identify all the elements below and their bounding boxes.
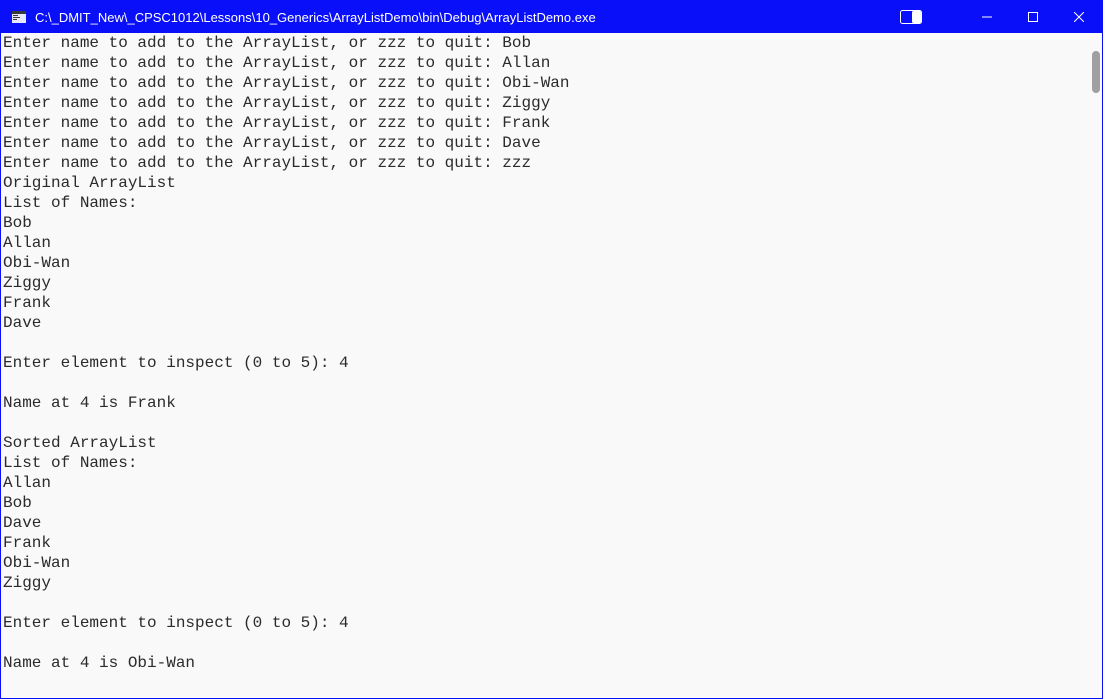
minimize-button[interactable] xyxy=(964,1,1010,33)
maximize-button[interactable] xyxy=(1010,1,1056,33)
titlebar[interactable]: C:\_DMIT_New\_CPSC1012\Lessons\10_Generi… xyxy=(1,1,1102,33)
console-line: Obi-Wan xyxy=(3,253,1085,273)
close-button[interactable] xyxy=(1056,1,1102,33)
console-output[interactable]: Enter name to add to the ArrayList, or z… xyxy=(1,33,1085,698)
console-line xyxy=(3,373,1085,393)
scrollbar-thumb[interactable] xyxy=(1092,51,1100,93)
console-line: Enter name to add to the ArrayList, or z… xyxy=(3,73,1085,93)
console-line xyxy=(3,413,1085,433)
console-line: Dave xyxy=(3,313,1085,333)
console-line: List of Names: xyxy=(3,453,1085,473)
console-line: Enter name to add to the ArrayList, or z… xyxy=(3,93,1085,113)
console-line xyxy=(3,333,1085,353)
vertical-scrollbar[interactable] xyxy=(1085,33,1102,698)
window-title: C:\_DMIT_New\_CPSC1012\Lessons\10_Generi… xyxy=(35,10,888,25)
console-line: Frank xyxy=(3,533,1085,553)
console-line: Ziggy xyxy=(3,273,1085,293)
client-area: Enter name to add to the ArrayList, or z… xyxy=(1,33,1102,698)
console-line: List of Names: xyxy=(3,193,1085,213)
console-line: Bob xyxy=(3,213,1085,233)
app-icon xyxy=(11,9,27,25)
console-line: Enter name to add to the ArrayList, or z… xyxy=(3,33,1085,53)
console-line: Ziggy xyxy=(3,573,1085,593)
console-line: Enter element to inspect (0 to 5): 4 xyxy=(3,353,1085,373)
console-line: Allan xyxy=(3,233,1085,253)
console-line: Enter name to add to the ArrayList, or z… xyxy=(3,113,1085,133)
console-line: Name at 4 is Frank xyxy=(3,393,1085,413)
console-line: Name at 4 is Obi-Wan xyxy=(3,653,1085,673)
console-line: Frank xyxy=(3,293,1085,313)
console-line: Dave xyxy=(3,513,1085,533)
console-line: Obi-Wan xyxy=(3,553,1085,573)
console-line: Sorted ArrayList xyxy=(3,433,1085,453)
titlebar-overlay-icon xyxy=(888,1,934,33)
console-line: Enter name to add to the ArrayList, or z… xyxy=(3,153,1085,173)
console-window: C:\_DMIT_New\_CPSC1012\Lessons\10_Generi… xyxy=(0,0,1103,699)
console-line xyxy=(3,593,1085,613)
window-controls xyxy=(964,1,1102,33)
console-line: Allan xyxy=(3,473,1085,493)
console-line xyxy=(3,633,1085,653)
console-line: Enter name to add to the ArrayList, or z… xyxy=(3,53,1085,73)
console-line: Bob xyxy=(3,493,1085,513)
console-line: Enter element to inspect (0 to 5): 4 xyxy=(3,613,1085,633)
console-line: Enter name to add to the ArrayList, or z… xyxy=(3,133,1085,153)
console-line: Original ArrayList xyxy=(3,173,1085,193)
